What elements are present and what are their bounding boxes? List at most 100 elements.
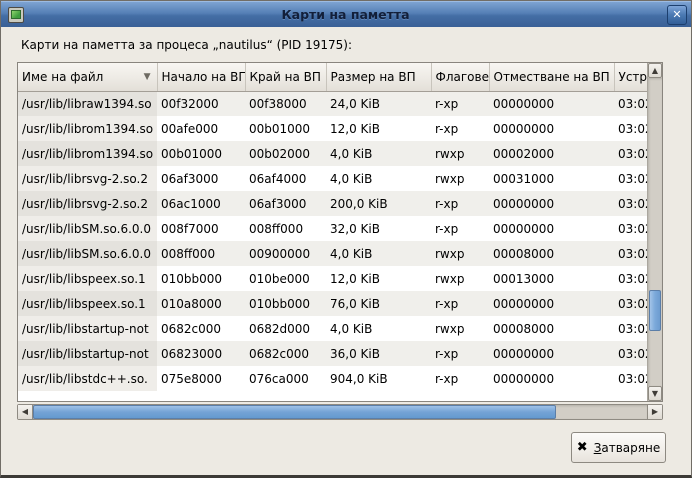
horizontal-scrollbar[interactable]: ◀ ▶: [17, 404, 663, 420]
table-row[interactable]: /usr/lib/librom1394.so 00afe000 00b01000…: [18, 116, 647, 141]
vertical-scrollbar-track[interactable]: [648, 78, 662, 386]
cell-vm-size: 4,0 KiB: [326, 241, 431, 266]
close-button[interactable]: ✖ Затваряне: [571, 432, 666, 463]
cell-vm-offset: 00002000: [489, 141, 614, 166]
cell-vm-offset: 00013000: [489, 266, 614, 291]
horizontal-scrollbar-track[interactable]: [33, 405, 647, 419]
arrow-right-icon: ▶: [652, 407, 658, 416]
cell-vm-size: 76,0 KiB: [326, 291, 431, 316]
scroll-right-button[interactable]: ▶: [647, 405, 662, 419]
table-row[interactable]: /usr/lib/libSM.so.6.0.0 008f7000 008ff00…: [18, 216, 647, 241]
cell-device: 03:02: [614, 191, 647, 216]
column-header-vm-end[interactable]: Край на ВП: [245, 63, 326, 91]
table-row[interactable]: /usr/lib/libspeex.so.1 010a8000 010bb000…: [18, 291, 647, 316]
cell-vm-size: 12,0 KiB: [326, 116, 431, 141]
memory-maps-table-frame: Име на файл ▼ Начало на ВП Край на ВП Ра…: [17, 62, 663, 402]
cell-flags: r-xp: [431, 341, 489, 366]
cell-vm-offset: 00000000: [489, 216, 614, 241]
cell-device: 03:02: [614, 266, 647, 291]
cell-vm-size: 4,0 KiB: [326, 141, 431, 166]
cell-vm-start: 010a8000: [157, 291, 245, 316]
cell-filename: /usr/lib/libraw1394.so: [18, 91, 157, 116]
cell-device: 03:02: [614, 366, 647, 391]
table-row[interactable]: /usr/lib/librsvg-2.so.2 06ac1000 06af300…: [18, 191, 647, 216]
memory-maps-dialog: Карти на паметта ✕ Карти на паметта за п…: [0, 0, 692, 478]
table-row[interactable]: /usr/lib/libstdc++.so. 075e8000 076ca000…: [18, 366, 647, 391]
horizontal-scrollbar-thumb[interactable]: [33, 405, 556, 419]
cell-filename: /usr/lib/libSM.so.6.0.0: [18, 216, 157, 241]
cell-device: 03:02: [614, 291, 647, 316]
cell-flags: r-xp: [431, 116, 489, 141]
cell-vm-start: 010bb000: [157, 266, 245, 291]
cell-vm-start: 00b01000: [157, 141, 245, 166]
arrow-down-icon: ▼: [652, 389, 658, 398]
cell-flags: r-xp: [431, 216, 489, 241]
cell-vm-size: 200,0 KiB: [326, 191, 431, 216]
column-header-vm-start[interactable]: Начало на ВП: [157, 63, 245, 91]
cell-vm-end: 0682d000: [245, 316, 326, 341]
cell-vm-end: 00f38000: [245, 91, 326, 116]
table-header-row: Име на файл ▼ Начало на ВП Край на ВП Ра…: [18, 63, 647, 91]
scroll-up-button[interactable]: ▲: [648, 63, 662, 78]
cell-flags: rwxp: [431, 266, 489, 291]
cell-vm-offset: 00000000: [489, 366, 614, 391]
table-row[interactable]: /usr/lib/libstartup-not 06823000 0682c00…: [18, 341, 647, 366]
cell-device: 03:02: [614, 166, 647, 191]
table-row[interactable]: /usr/lib/libspeex.so.1 010bb000 010be000…: [18, 266, 647, 291]
scroll-left-button[interactable]: ◀: [18, 405, 33, 419]
vertical-scrollbar-thumb[interactable]: [649, 290, 661, 331]
cell-flags: rwxp: [431, 166, 489, 191]
cell-flags: rwxp: [431, 241, 489, 266]
cell-vm-start: 008ff000: [157, 241, 245, 266]
cell-vm-end: 00b02000: [245, 141, 326, 166]
cell-vm-offset: 00000000: [489, 291, 614, 316]
table-row[interactable]: /usr/lib/libSM.so.6.0.0 008ff000 0090000…: [18, 241, 647, 266]
column-header-device[interactable]: Устройство: [614, 63, 647, 91]
cell-vm-start: 008f7000: [157, 216, 245, 241]
cell-vm-start: 075e8000: [157, 366, 245, 391]
cell-device: 03:02: [614, 316, 647, 341]
cell-flags: r-xp: [431, 91, 489, 116]
column-header-flags[interactable]: Флагове: [431, 63, 489, 91]
vertical-scrollbar[interactable]: ▲ ▼: [647, 63, 662, 401]
cell-vm-offset: 00000000: [489, 191, 614, 216]
cell-filename: /usr/lib/librom1394.so: [18, 141, 157, 166]
arrow-up-icon: ▲: [652, 66, 658, 75]
scroll-down-button[interactable]: ▼: [648, 386, 662, 401]
cell-vm-end: 0682c000: [245, 341, 326, 366]
cell-flags: rwxp: [431, 316, 489, 341]
cell-flags: r-xp: [431, 366, 489, 391]
cell-vm-end: 076ca000: [245, 366, 326, 391]
column-header-vm-size[interactable]: Размер на ВП: [326, 63, 431, 91]
system-monitor-icon: [8, 7, 24, 23]
cell-filename: /usr/lib/libstdc++.so.: [18, 366, 157, 391]
cell-filename: /usr/lib/librsvg-2.so.2: [18, 166, 157, 191]
table-row[interactable]: /usr/lib/libstartup-not 0682c000 0682d00…: [18, 316, 647, 341]
table-row[interactable]: /usr/lib/librom1394.so 00b01000 00b02000…: [18, 141, 647, 166]
cell-vm-offset: 00000000: [489, 91, 614, 116]
cell-vm-offset: 00000000: [489, 116, 614, 141]
table-row[interactable]: /usr/lib/libraw1394.so 00f32000 00f38000…: [18, 91, 647, 116]
cell-vm-offset: 00000000: [489, 341, 614, 366]
cell-vm-size: 12,0 KiB: [326, 266, 431, 291]
titlebar[interactable]: Карти на паметта ✕: [1, 1, 691, 27]
column-header-filename[interactable]: Име на файл ▼: [18, 63, 157, 91]
cell-vm-end: 010bb000: [245, 291, 326, 316]
cell-vm-end: 00900000: [245, 241, 326, 266]
cell-filename: /usr/lib/librom1394.so: [18, 116, 157, 141]
close-button-label: Затваряне: [594, 441, 661, 455]
cell-vm-end: 010be000: [245, 266, 326, 291]
dialog-description: Карти на паметта за процеса „nautilus“ (…: [21, 38, 352, 52]
cell-vm-size: 4,0 KiB: [326, 166, 431, 191]
cell-flags: rwxp: [431, 141, 489, 166]
cell-vm-size: 904,0 KiB: [326, 366, 431, 391]
window-close-button[interactable]: ✕: [667, 5, 687, 25]
cell-vm-start: 06ac1000: [157, 191, 245, 216]
cell-flags: r-xp: [431, 291, 489, 316]
column-header-vm-offset[interactable]: Отместване на ВП: [489, 63, 614, 91]
cell-vm-start: 0682c000: [157, 316, 245, 341]
cell-vm-end: 06af3000: [245, 191, 326, 216]
cell-vm-offset: 00031000: [489, 166, 614, 191]
table-row[interactable]: /usr/lib/librsvg-2.so.2 06af3000 06af400…: [18, 166, 647, 191]
cell-vm-size: 4,0 KiB: [326, 316, 431, 341]
